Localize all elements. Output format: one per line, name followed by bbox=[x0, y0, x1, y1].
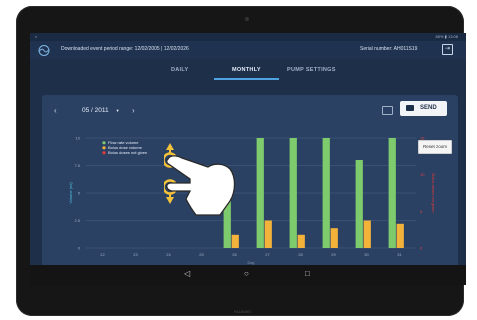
monitor-icon[interactable] bbox=[382, 106, 393, 115]
tab-bar: DAILY MONTHLY PUMP SETTINGS bbox=[30, 59, 466, 81]
bar-flow-rate-volume bbox=[388, 138, 396, 248]
legend-label: Bolus doses not given bbox=[108, 150, 147, 155]
x-tick-label: 25 bbox=[199, 252, 204, 257]
y2-tick-label: 10 bbox=[420, 172, 425, 177]
caret-down-icon: ▼ bbox=[115, 107, 120, 113]
month-value: 05 / 2011 bbox=[82, 107, 109, 114]
wave-logo-icon bbox=[38, 45, 50, 56]
period-range-text: Downloaded event period range: 12/02/200… bbox=[61, 46, 189, 52]
y-tick-label: 0 bbox=[78, 246, 81, 251]
android-nav-bar: ◁ ○ □ bbox=[30, 265, 466, 285]
pinch-zoom-hand-icon bbox=[164, 143, 236, 216]
active-tab-indicator bbox=[214, 78, 279, 80]
bar-flow-rate-volume bbox=[322, 138, 330, 248]
y2-tick-label: 0 bbox=[420, 246, 423, 251]
y-tick-label: 5 bbox=[78, 191, 81, 196]
bar-bolus-dose-volume bbox=[363, 220, 371, 248]
y-tick-label: 7.5 bbox=[74, 163, 80, 168]
y-tick-label: 10 bbox=[76, 136, 81, 141]
bar-bolus-dose-volume bbox=[297, 234, 305, 248]
month-select[interactable]: 05 / 2011 ▼ bbox=[82, 107, 120, 114]
legend-marker bbox=[102, 141, 106, 145]
tab-pump-settings[interactable]: PUMP SETTINGS bbox=[287, 67, 336, 73]
x-tick-label: 26 bbox=[232, 252, 237, 257]
legend-marker bbox=[102, 146, 106, 150]
y2-axis-label: Bolus doses not given bbox=[431, 173, 436, 212]
x-tick-label: 30 bbox=[364, 252, 369, 257]
x-tick-label: 22 bbox=[100, 252, 105, 257]
front-camera bbox=[245, 17, 249, 21]
reset-zoom-button[interactable]: Reset zoom bbox=[418, 140, 452, 154]
recent-square-icon[interactable]: □ bbox=[305, 269, 310, 278]
device-brand: HUAWEI bbox=[234, 309, 252, 314]
notification-icon: ◐ bbox=[35, 34, 38, 39]
back-triangle-icon[interactable]: ◁ bbox=[184, 269, 190, 278]
chevron-left-icon[interactable]: ‹ bbox=[54, 106, 57, 115]
tab-daily[interactable]: DAILY bbox=[171, 67, 189, 73]
y-tick-label: 2.5 bbox=[74, 218, 80, 223]
mail-icon bbox=[406, 105, 414, 111]
x-tick-label: 23 bbox=[133, 252, 138, 257]
tab-monthly[interactable]: MONTHLY bbox=[232, 67, 261, 73]
home-circle-icon[interactable]: ○ bbox=[244, 269, 249, 278]
y-axis-label: Volume (ml) bbox=[68, 182, 73, 204]
status-right: 85% ▮ 13:08 bbox=[435, 34, 458, 39]
status-bar: ◐ 85% ▮ 13:08 bbox=[30, 33, 466, 41]
bar-bolus-dose-volume bbox=[231, 234, 239, 248]
x-tick-label: 29 bbox=[331, 252, 336, 257]
x-tick-label: 24 bbox=[166, 252, 171, 257]
serial-number-text: Serial number: AH011S19 bbox=[360, 46, 418, 52]
send-label: SEND bbox=[420, 105, 437, 111]
export-icon[interactable]: ⇥ bbox=[442, 44, 453, 55]
x-tick-label: 28 bbox=[298, 252, 303, 257]
bar-bolus-dose-volume bbox=[396, 223, 404, 248]
bar-bolus-dose-volume bbox=[330, 228, 338, 248]
chevron-right-icon[interactable]: › bbox=[132, 106, 135, 115]
legend-marker bbox=[102, 151, 106, 155]
x-tick-label: 31 bbox=[397, 252, 402, 257]
app-header: Downloaded event period range: 12/02/200… bbox=[30, 41, 466, 59]
y2-tick-label: 5 bbox=[420, 209, 423, 214]
app-screen: ◐ 85% ▮ 13:08 Downloaded event period ra… bbox=[30, 33, 466, 285]
bar-bolus-dose-volume bbox=[264, 220, 272, 248]
x-tick-label: 27 bbox=[265, 252, 270, 257]
bar-flow-rate-volume bbox=[355, 160, 363, 248]
send-button[interactable]: SEND bbox=[400, 101, 447, 116]
bar-flow-rate-volume bbox=[289, 138, 297, 248]
